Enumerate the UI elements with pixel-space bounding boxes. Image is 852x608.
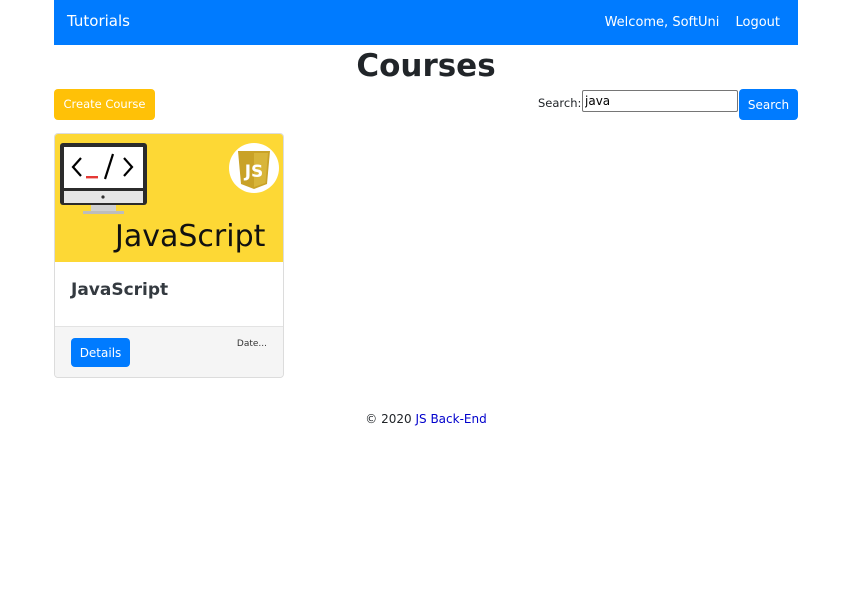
nav-right: Welcome, SoftUni Logout	[605, 15, 780, 30]
course-image[interactable]: JS JavaScript	[55, 134, 284, 262]
copyright-text: © 2020	[365, 412, 412, 426]
search-button[interactable]: Search	[739, 89, 798, 120]
welcome-text: Welcome, SoftUni	[604, 15, 720, 30]
logout-link[interactable]: Logout	[735, 15, 780, 30]
page-footer: © 2020 JS Back-End	[0, 412, 852, 426]
brand-link[interactable]: Tutorials	[67, 12, 130, 30]
course-title: JavaScript	[71, 280, 169, 300]
course-image-text: JavaScript	[113, 219, 266, 254]
course-card: JS JavaScript JavaScript Details Date...	[54, 133, 284, 378]
card-footer: Details Date...	[55, 326, 283, 377]
create-course-button[interactable]: Create Course	[54, 89, 155, 120]
monitor-icon	[60, 143, 147, 214]
search-label: Search:	[538, 96, 582, 110]
page-title: Courses	[356, 48, 496, 84]
details-button[interactable]: Details	[71, 338, 130, 367]
js-logo-icon: JS	[229, 143, 279, 193]
course-date: Date...	[236, 339, 267, 349]
footer-link[interactable]: JS Back-End	[415, 412, 486, 426]
search-input[interactable]	[582, 90, 738, 112]
top-navbar: Tutorials Welcome, SoftUni Logout	[54, 0, 798, 45]
js-logo-text: JS	[244, 162, 264, 182]
